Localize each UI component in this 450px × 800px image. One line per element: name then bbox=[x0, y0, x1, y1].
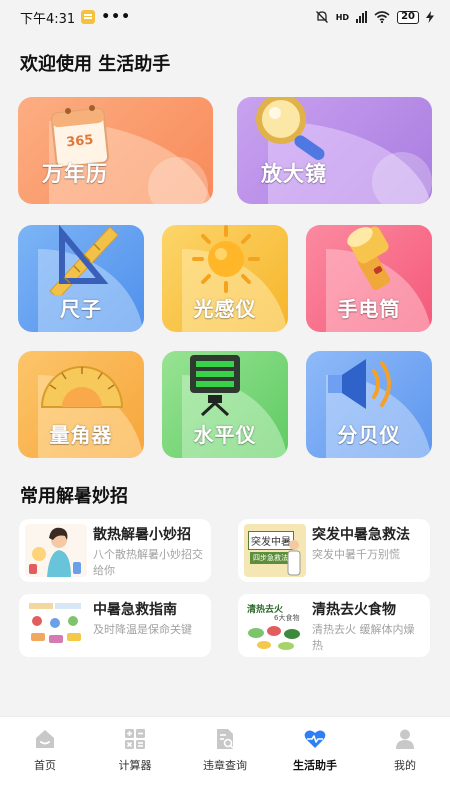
signal-icon bbox=[356, 11, 368, 23]
tip-card[interactable]: 中暑急救指南 及时降温是保命关键 bbox=[19, 594, 211, 657]
document-search-icon bbox=[217, 729, 234, 749]
tool-card-magnifier[interactable]: 放大镜 bbox=[237, 97, 432, 204]
tool-card-ruler[interactable]: 尺子 bbox=[18, 225, 144, 332]
tip-title: 突发中暑急救法 bbox=[312, 527, 410, 543]
tips-section-title: 常用解暑妙招 bbox=[20, 486, 128, 507]
calculator-icon bbox=[125, 729, 145, 749]
first-aid-illustration bbox=[29, 603, 81, 643]
tip-card[interactable]: 突发中暑 四步急救法 突发中暑急救法 突发中暑千万别慌 bbox=[238, 519, 430, 582]
nav-label: 计算器 bbox=[118, 759, 152, 772]
heart-pulse-icon bbox=[304, 730, 326, 748]
status-bar: 下午4:31 ••• HD 20 bbox=[0, 0, 450, 34]
magnifier-icon bbox=[256, 97, 325, 160]
flashlight-icon bbox=[347, 226, 391, 291]
tip-description: 突发中暑千万别慌 bbox=[312, 548, 400, 561]
nav-item-life-assistant[interactable]: 生活助手 bbox=[270, 717, 360, 800]
nav-item-calculator[interactable]: 计算器 bbox=[90, 717, 180, 800]
nav-label: 生活助手 bbox=[293, 759, 337, 772]
tip-thumbnail: 突发中暑 四步急救法 bbox=[244, 524, 306, 577]
tool-card-protractor[interactable]: 量角器 bbox=[18, 351, 144, 458]
food-illustration bbox=[248, 626, 300, 650]
tool-label: 水平仪 bbox=[193, 423, 257, 447]
message-notification-icon bbox=[81, 10, 96, 24]
tip-thumbnail: 清热去火 6大食物 bbox=[244, 599, 306, 652]
tool-card-level[interactable]: 水平仪 bbox=[162, 351, 288, 458]
tip-card[interactable]: 散热解暑小妙招 八个散热解暑小妙招交给你 bbox=[19, 519, 211, 582]
tip-title: 中暑急救指南 bbox=[93, 602, 177, 618]
doctor-illustration bbox=[287, 540, 301, 576]
woman-fan-illustration bbox=[29, 527, 81, 577]
tool-card-flashlight[interactable]: 手电筒 bbox=[306, 225, 432, 332]
tool-label: 量角器 bbox=[49, 423, 113, 447]
ruler-icon bbox=[49, 225, 119, 295]
tool-label: 光感仪 bbox=[193, 297, 257, 321]
wifi-icon bbox=[374, 11, 390, 23]
level-icon bbox=[190, 355, 240, 417]
tool-label: 放大镜 bbox=[261, 162, 327, 186]
tool-label: 分贝仪 bbox=[337, 423, 401, 447]
nav-label: 我的 bbox=[394, 759, 416, 772]
status-time: 下午4:31 bbox=[20, 11, 76, 27]
sun-icon bbox=[192, 225, 260, 293]
tool-card-calendar[interactable]: 365 万年历 bbox=[18, 97, 213, 204]
nav-item-violation-query[interactable]: 违章查询 bbox=[180, 717, 270, 800]
nav-label: 首页 bbox=[34, 759, 56, 772]
tool-label: 尺子 bbox=[60, 297, 102, 321]
nav-item-home[interactable]: 首页 bbox=[0, 717, 90, 800]
tip-title: 散热解暑小妙招 bbox=[93, 527, 191, 543]
mute-icon bbox=[315, 11, 328, 23]
nav-item-me[interactable]: 我的 bbox=[360, 717, 450, 800]
tip-title: 清热去火食物 bbox=[312, 602, 396, 618]
welcome-title: 欢迎使用 生活助手 bbox=[20, 54, 171, 75]
tip-thumbnail bbox=[25, 524, 87, 577]
user-icon bbox=[396, 729, 414, 749]
svg-text:365: 365 bbox=[66, 133, 95, 151]
protractor-icon bbox=[40, 366, 124, 408]
tool-label: 万年历 bbox=[42, 162, 108, 186]
bottom-nav: 首页 计算器 违章查询 生活助手 我的 bbox=[0, 716, 450, 800]
tip-thumbnail bbox=[25, 599, 87, 652]
more-notifications-icon: ••• bbox=[101, 9, 132, 25]
home-icon bbox=[36, 730, 54, 748]
tip-description: 八个散热解暑小妙招交给你 bbox=[93, 548, 203, 577]
nav-label: 违章查询 bbox=[203, 759, 247, 772]
tip-description: 及时降温是保命关键 bbox=[93, 623, 192, 636]
tip-description: 清热去火 缓解体内燥热 bbox=[312, 623, 415, 652]
speaker-icon bbox=[328, 359, 391, 409]
battery-icon: 20 bbox=[397, 10, 419, 24]
tool-card-decibel-meter[interactable]: 分贝仪 bbox=[306, 351, 432, 458]
charging-icon bbox=[426, 11, 434, 23]
tool-label: 手电筒 bbox=[337, 297, 401, 321]
tip-card[interactable]: 清热去火 6大食物 清热去火食物 清热去火 缓解体内燥热 bbox=[238, 594, 430, 657]
network-type-icon: HD bbox=[335, 12, 350, 22]
tool-card-light-meter[interactable]: 光感仪 bbox=[162, 225, 288, 332]
